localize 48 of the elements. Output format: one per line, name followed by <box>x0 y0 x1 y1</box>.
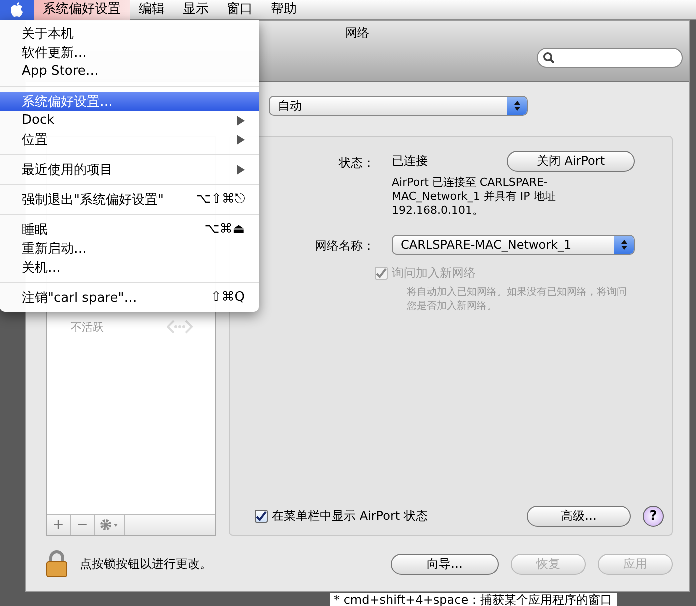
network-name-label: 网络名称： <box>315 238 375 255</box>
menu-item[interactable]: 软件更新… <box>0 43 259 62</box>
search-icon <box>543 52 555 64</box>
shortcut-text: ⌥⌘⏏ <box>204 222 245 237</box>
menu-item[interactable]: Dock <box>0 111 259 130</box>
menubar-item[interactable]: 窗口 <box>218 0 262 20</box>
checkbox[interactable] <box>255 510 268 523</box>
submenu-arrow-icon <box>237 164 245 174</box>
menu-item[interactable]: 睡眠 ⌥⌘⏏ <box>0 220 259 239</box>
search-field[interactable] <box>537 48 683 68</box>
advanced-button[interactable]: 高级… <box>527 506 631 527</box>
remove-button[interactable]: − <box>71 515 95 535</box>
status-description: AirPort 已连接至 CARLSPARE-MAC_Network_1 并具有 IP 地址 192.168.0.101。 <box>392 176 557 218</box>
menubar-item[interactable]: 显示 <box>174 0 218 20</box>
checkbox-label: 询问加入新网络 <box>392 265 476 282</box>
menu-item[interactable]: 最近使用的项目 <box>0 160 259 179</box>
menu-item[interactable]: App Store… <box>0 62 259 81</box>
menu-item[interactable]: 关于本机 <box>0 24 259 43</box>
menu-item[interactable]: 强制退出"系统偏好设置" ⌥⇧⌘⎋ <box>0 190 259 209</box>
gear-icon <box>100 519 120 531</box>
menu-item[interactable]: 关机… <box>0 258 259 277</box>
checkbox-label: 在菜单栏中显示 AirPort 状态 <box>272 508 428 525</box>
network-name-popup[interactable]: CARLSPARE-MAC_Network_1 <box>392 235 635 255</box>
ethernet-arrows-icon <box>167 320 193 334</box>
shortcut-text: ⇧⌘Q <box>210 290 245 305</box>
hint-text: 将自动加入已知网络。如果没有已知网络，将询问您是否加入新网络。 <box>407 286 628 314</box>
menubar-item[interactable]: 系统偏好设置 <box>34 0 130 20</box>
stepper-arrows-icon <box>620 239 628 251</box>
menu-item[interactable]: 重新启动… <box>0 239 259 258</box>
shortcut-text: ⌥⇧⌘⎋ <box>196 192 245 207</box>
menu-item[interactable]: 注销"carl spare"… ⇧⌘Q <box>0 288 259 307</box>
stepper-arrows-icon <box>514 100 520 112</box>
status-label: 状态： <box>339 155 375 172</box>
menubar-item[interactable]: 编辑 <box>130 0 174 20</box>
window-title: 网络 <box>346 25 370 42</box>
menu-item[interactable]: 位置 <box>0 130 259 149</box>
menu-item[interactable]: 系统偏好设置… <box>0 92 259 111</box>
lock-hint: 点按锁按钮以进行更改。 <box>80 556 212 572</box>
menubar-item[interactable]: 帮助 <box>262 0 306 20</box>
apple-logo-icon[interactable] <box>10 2 24 18</box>
status-value: 已连接 <box>392 153 428 170</box>
add-button[interactable]: + <box>47 515 71 535</box>
padlock-icon <box>46 550 68 578</box>
help-button[interactable]: ? <box>643 506 664 527</box>
footer-button[interactable]: 向导… <box>391 554 499 574</box>
location-popup[interactable]: 自动 <box>269 96 528 116</box>
service-status: 不活跃 <box>71 320 104 335</box>
turn-off-button[interactable]: 关闭 AirPort <box>507 151 635 172</box>
